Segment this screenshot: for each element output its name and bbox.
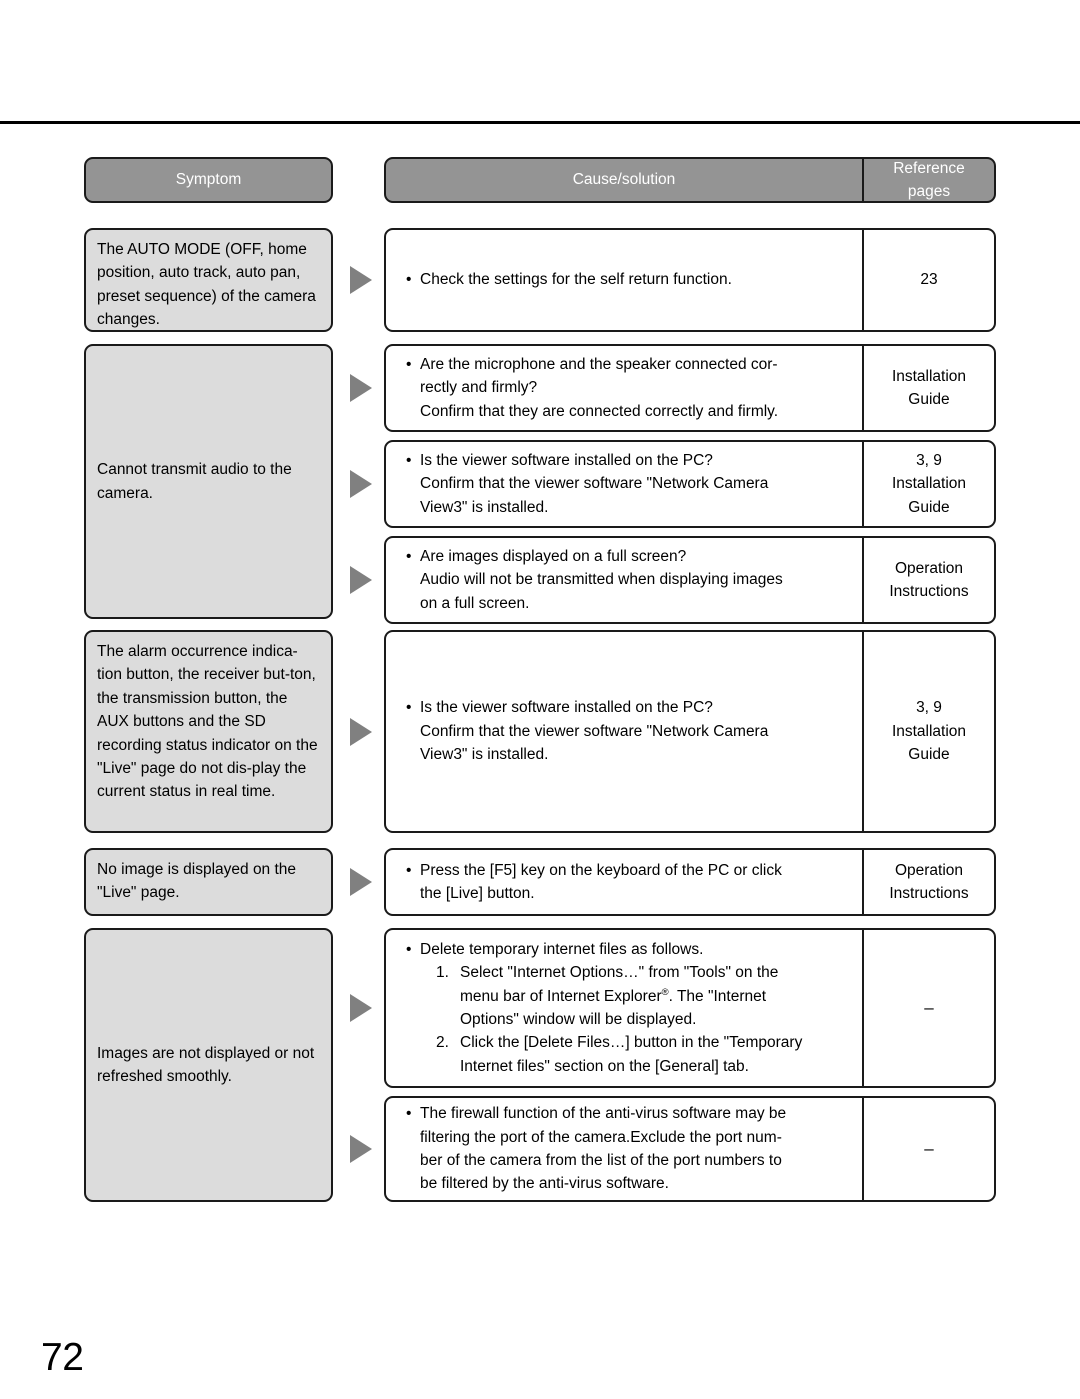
symptom-text: The AUTO MODE (OFF, home position, auto … (97, 241, 316, 329)
reference-pages-cell: 3, 9 Installation Guide (891, 451, 967, 516)
cause-solution-bullet: Are the microphone and the speaker conne… (406, 353, 850, 423)
symptom-text: No image is displayed on the "Live" page… (97, 861, 297, 902)
flow-arrow-icon (350, 566, 372, 594)
cause-solution-cell: Are the microphone and the speaker conne… (386, 346, 864, 430)
bullet-primary-line: Is the viewer software installed on the … (420, 699, 713, 717)
bullet-primary-line: Are the microphone and the speaker conne… (420, 355, 778, 373)
column-header-group: Cause/solution Reference pages (384, 157, 996, 203)
cause-solution-bullet: The firewall function of the anti-virus … (406, 1102, 850, 1196)
cause-solution-bullet: Press the [F5] key on the keyboard of th… (406, 859, 850, 906)
column-header-symptom-label: Symptom (175, 171, 242, 189)
flow-arrow-icon (350, 266, 372, 294)
bullet-primary-line: Is the viewer software installed on the … (420, 451, 713, 469)
column-header-reference-pages: Reference pages (893, 159, 965, 200)
header-rule (0, 121, 1080, 124)
flow-arrow-icon (350, 1135, 372, 1163)
cause-solution-bullet: Is the viewer software installed on the … (406, 449, 850, 519)
column-header-cause-solution: Cause/solution (386, 159, 864, 201)
numbered-step-item: Click the [Delete Files…] button in the … (436, 1031, 850, 1078)
symptom-cell: No image is displayed on the "Live" page… (84, 848, 333, 916)
cause-solution-row: Are the microphone and the speaker conne… (384, 344, 996, 432)
reference-pages-cell: Operation Instructions (889, 559, 969, 600)
cause-solution-bullet: Are images displayed on a full screen? Au… (406, 545, 850, 615)
bullet-primary-line: Delete temporary internet files as follo… (420, 940, 704, 958)
reference-pages-cell: 23 (920, 271, 938, 289)
cause-solution-cell: Is the viewer software installed on the … (386, 442, 864, 526)
symptom-cell: Images are not displayed or not refreshe… (84, 928, 333, 1202)
step-line: Select "Internet Options…" from "Tools" … (460, 964, 779, 982)
reference-pages-cell: – (924, 1139, 934, 1159)
bullet-continuation-line: Confirm that the viewer software "Networ… (420, 722, 769, 740)
reference-pages-cell: 3, 9 Installation Guide (891, 699, 967, 764)
step-line: Click the [Delete Files…] button in the … (460, 1034, 803, 1052)
bullet-primary-line: Press the [F5] key on the keyboard of th… (420, 861, 782, 879)
cause-solution-row: Are images displayed on a full screen? Au… (384, 536, 996, 624)
cause-solution-bullet: Is the viewer software installed on the … (406, 696, 850, 766)
numbered-step-item: Select "Internet Options…" from "Tools" … (436, 961, 850, 1031)
step-line: Internet files" section on the [General]… (460, 1057, 749, 1075)
cause-solution-cell: Are images displayed on a full screen? Au… (386, 538, 864, 622)
document-page: Symptom Cause/solution Reference pages The … (0, 0, 1080, 1399)
step-line: Options" window will be displayed. (460, 1011, 697, 1028)
flow-arrow-icon (350, 717, 372, 746)
cause-solution-bullet: Delete temporary internet files as follo… (406, 938, 850, 1078)
bullet-continuation-line: Audio will not be transmitted when displ… (420, 571, 783, 589)
registered-trademark-icon: ® (661, 986, 669, 998)
bullet-continuation-line: the [Live] button. (420, 885, 535, 902)
cause-solution-row: Is the viewer software installed on the … (384, 440, 996, 528)
step-line: menu bar of Internet Explorer®. The "Int… (460, 986, 767, 1005)
cause-solution-row: The firewall function of the anti-virus … (384, 1096, 996, 1202)
cause-solution-row: Is the viewer software installed on the … (384, 630, 996, 833)
cause-solution-bullet: Check the settings for the self return f… (406, 268, 850, 292)
flow-arrow-icon (350, 994, 372, 1022)
cause-solution-cell: Is the viewer software installed on the … (386, 632, 864, 831)
column-header-symptom: Symptom (84, 157, 333, 203)
flow-arrow-icon (350, 868, 372, 896)
symptom-text: Cannot transmit audio to the camera. (97, 461, 292, 502)
bullet-continuation-line: View3" is installed. (420, 746, 549, 764)
bullet-primary-line: Are images displayed on a full screen? (420, 547, 687, 565)
bullet-continuation-line: rectly and firmly? (420, 379, 538, 397)
flow-arrow-icon (350, 470, 372, 498)
cause-solution-row: Delete temporary internet files as follo… (384, 928, 996, 1088)
reference-pages-cell: – (924, 998, 934, 1018)
bullet-continuation-line: Confirm that the viewer software "Networ… (420, 475, 769, 493)
bullet-continuation-line: Confirm that they are connected correctl… (420, 402, 779, 420)
symptom-text: The alarm occurrence indica-tion button,… (97, 643, 318, 801)
cause-solution-cell: The firewall function of the anti-virus … (386, 1098, 864, 1200)
reference-pages-cell: Operation Instructions (889, 861, 969, 902)
page-number: 72 (41, 1336, 84, 1379)
symptom-text: Images are not displayed or not refreshe… (97, 1044, 315, 1085)
symptom-cell: Cannot transmit audio to the camera. (84, 344, 333, 619)
cause-solution-row: Press the [F5] key on the keyboard of th… (384, 848, 996, 916)
flow-arrow-icon (350, 374, 372, 402)
bullet-continuation-line: View3" is installed. (420, 498, 549, 516)
bullet-continuation-line: ber of the camera from the list of the p… (420, 1152, 782, 1169)
cause-solution-cell: Press the [F5] key on the keyboard of th… (386, 850, 864, 914)
cause-solution-cell: Check the settings for the self return f… (386, 230, 864, 330)
bullet-primary-line: Check the settings for the self return f… (420, 271, 732, 289)
cause-solution-row: Check the settings for the self return f… (384, 228, 996, 332)
numbered-step-list: Select "Internet Options…" from "Tools" … (420, 961, 850, 1078)
bullet-continuation-line: filtering the port of the camera.Exclude… (420, 1128, 782, 1146)
cause-solution-cell: Delete temporary internet files as follo… (386, 930, 864, 1086)
reference-pages-cell: Installation Guide (891, 367, 967, 408)
column-header-cause-solution-label: Cause/solution (572, 171, 676, 189)
symptom-cell: The AUTO MODE (OFF, home position, auto … (84, 228, 333, 332)
bullet-continuation-line: on a full screen. (420, 594, 530, 612)
bullet-continuation-line: be filtered by the anti-virus software. (420, 1175, 669, 1193)
symptom-cell: The alarm occurrence indica-tion button,… (84, 630, 333, 833)
bullet-primary-line: The firewall function of the anti-virus … (420, 1105, 787, 1123)
